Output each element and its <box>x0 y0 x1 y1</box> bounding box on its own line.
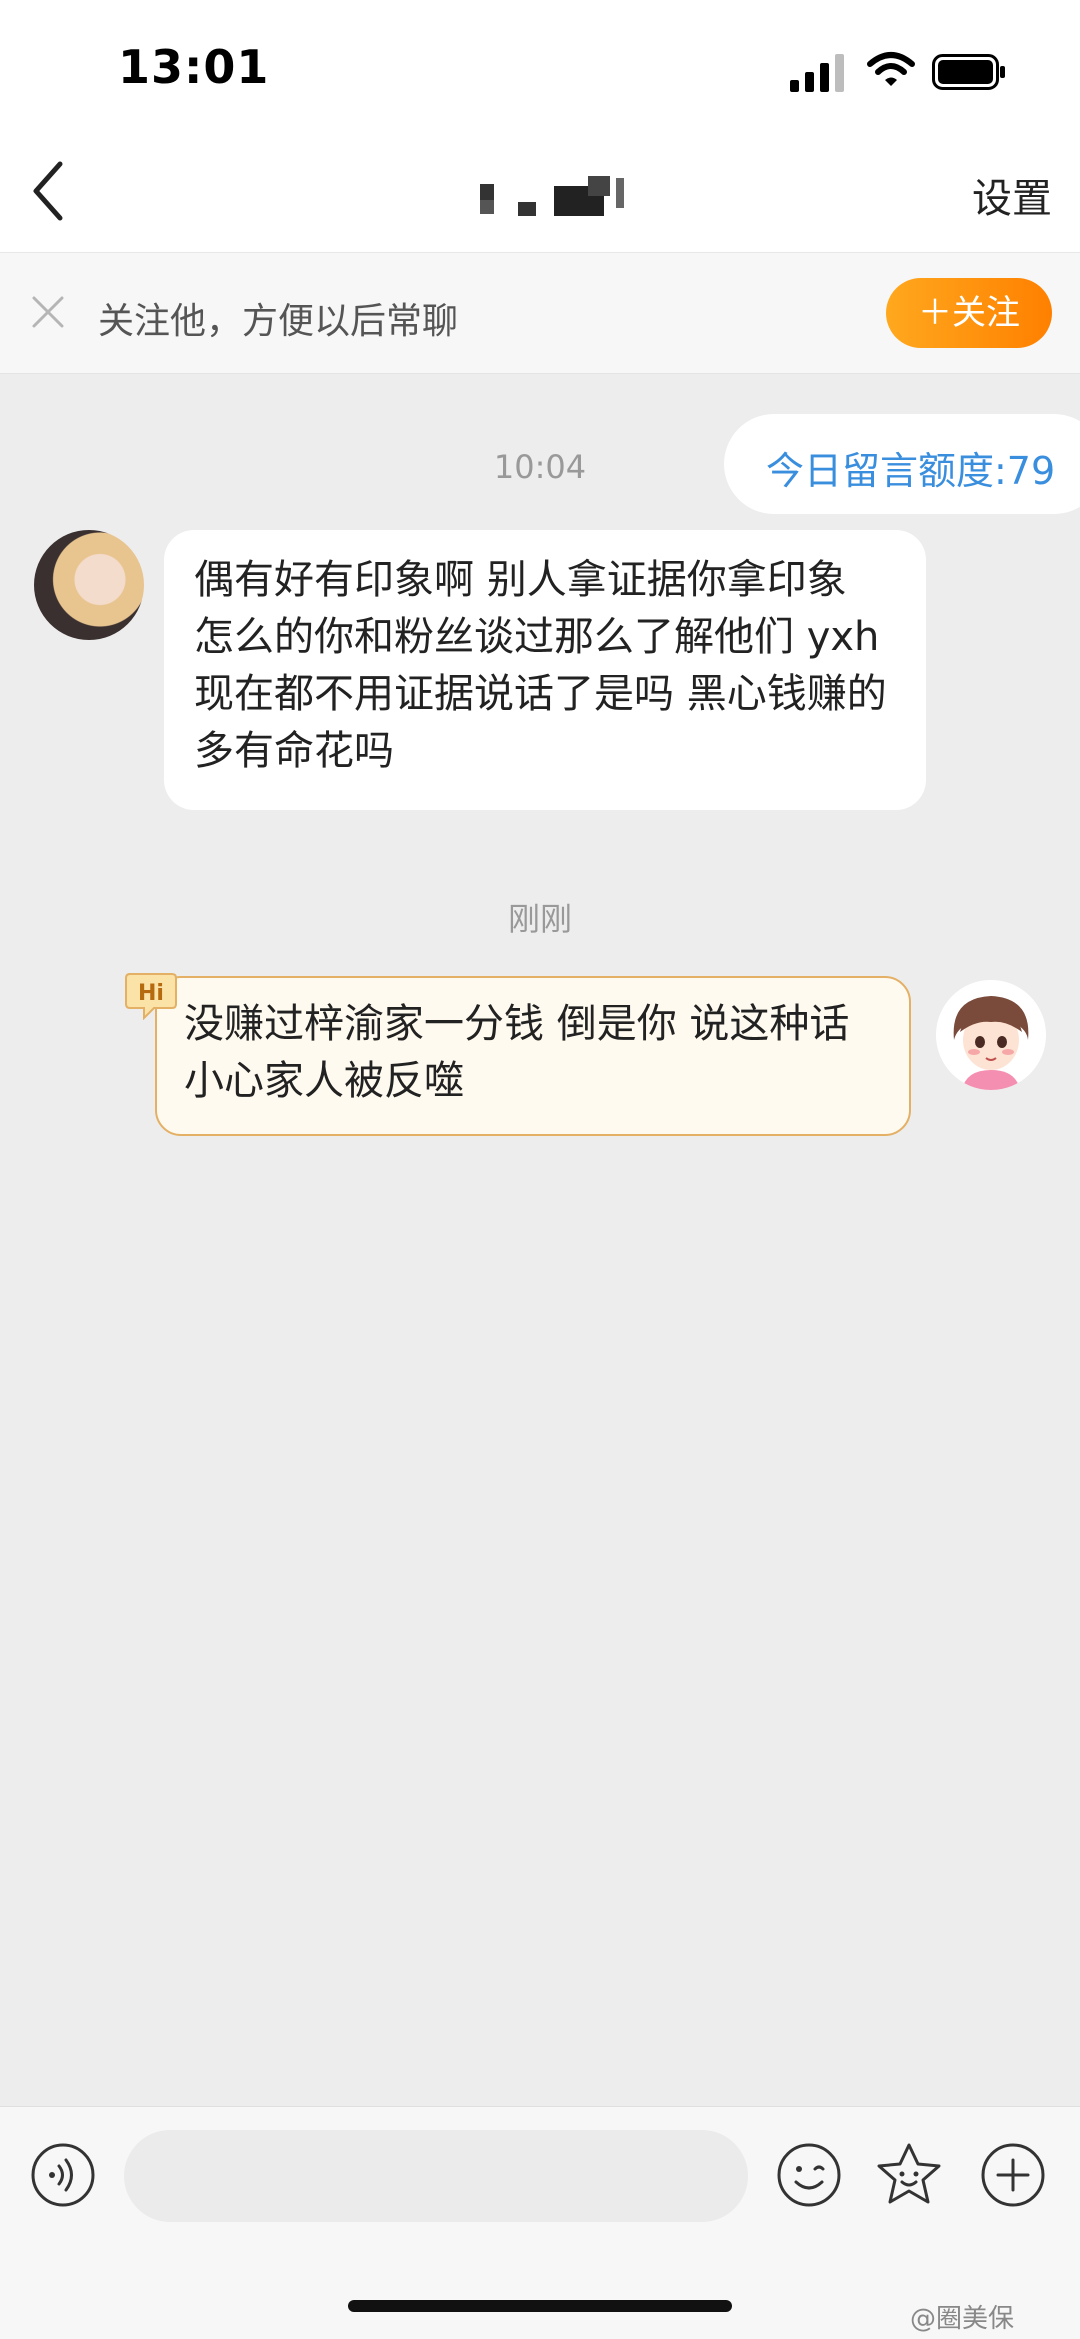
hi-badge-label: Hi <box>138 981 164 1006</box>
message-timestamp: 刚刚 <box>507 900 572 938</box>
wifi-icon <box>867 52 915 86</box>
message-timestamp: 10:04 <box>493 448 587 486</box>
plus-icon[interactable] <box>980 2142 1046 2208</box>
follow-button[interactable]: ＋关注 <box>886 278 1052 348</box>
close-icon[interactable] <box>30 294 66 330</box>
settings-button[interactable]: 设置 <box>972 166 1052 224</box>
follow-banner-text: 关注他，方便以后常聊 <box>98 301 459 342</box>
watermark: @圈美保 <box>910 2304 1015 2334</box>
voice-icon[interactable] <box>30 2142 96 2208</box>
battery-icon <box>932 54 1005 90</box>
status-time: 13:01 <box>118 40 270 94</box>
sent-message-text: 没赚过梓渝家一分钱 倒是你 说这种话小心家人被反噬 <box>184 1001 850 1104</box>
signal-icon <box>790 54 844 92</box>
hi-badge-icon: Hi <box>125 973 177 1020</box>
conversation-title-redacted <box>480 176 624 216</box>
message-input[interactable] <box>124 2130 748 2222</box>
chevron-left-icon[interactable] <box>28 158 68 224</box>
quota-text: 今日留言额度:79 <box>766 449 1056 493</box>
received-message-text: 偶有好有印象啊 别人拿证据你拿印象 怎么的你和粉丝谈过那么了解他们 yxh 现在… <box>194 557 887 774</box>
avatar[interactable] <box>34 530 144 640</box>
home-indicator <box>348 2300 732 2312</box>
emoji-icon[interactable] <box>776 2142 842 2208</box>
sticker-icon[interactable] <box>874 2140 944 2210</box>
avatar[interactable] <box>936 980 1046 1090</box>
